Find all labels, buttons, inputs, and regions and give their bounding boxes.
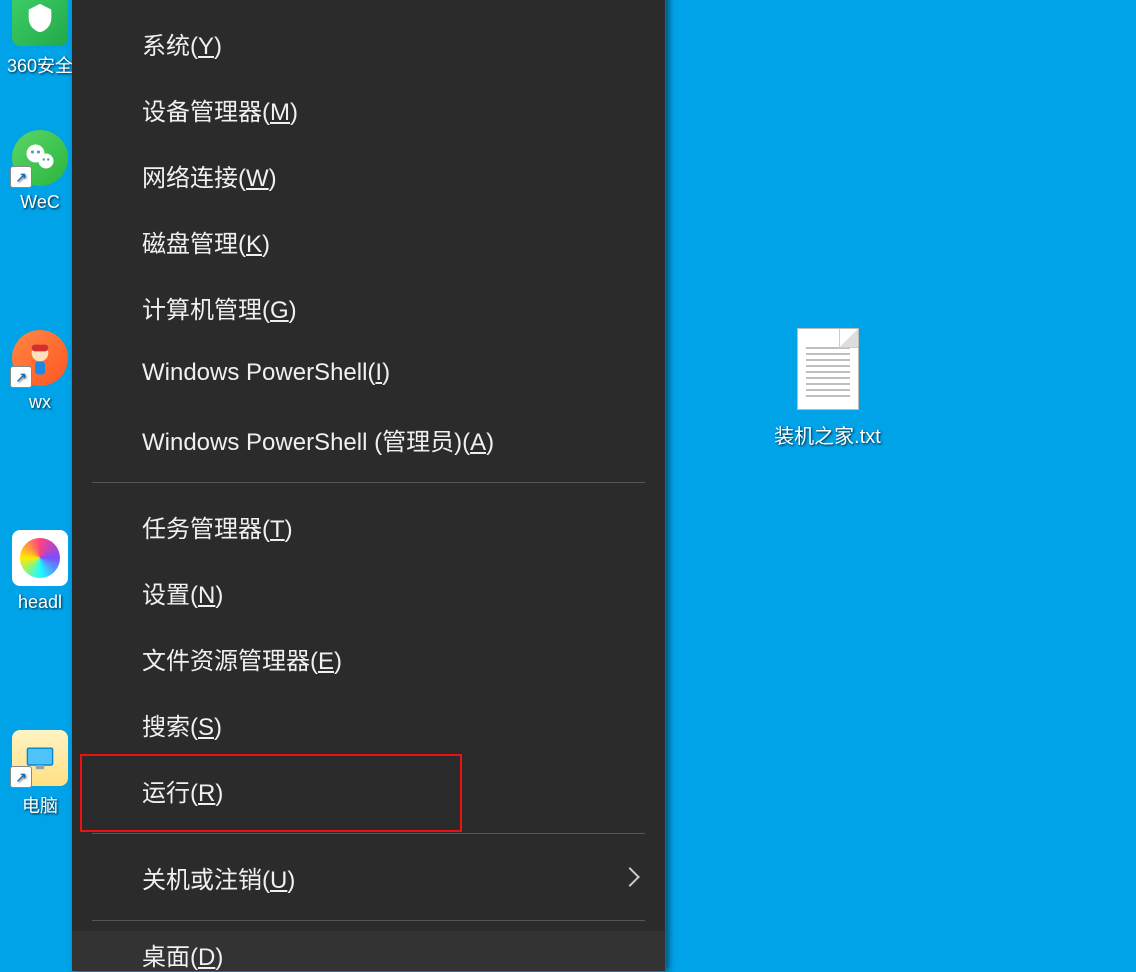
menu-mnemonic: K <box>246 231 262 258</box>
desktop-icon-label: headl <box>18 592 62 613</box>
menu-item-label: Windows PowerShell(I) <box>142 359 390 387</box>
menu-item-item[interactable]: 关机或注销(U) <box>72 844 665 910</box>
folder-icon: ↗ <box>12 730 68 786</box>
menu-item-item[interactable]: 设备管理器(M) <box>72 76 665 142</box>
menu-item-label: 任务管理器(T) <box>142 509 293 544</box>
menu-mnemonic: S <box>198 714 214 741</box>
character-icon: ↗ <box>12 330 68 386</box>
wechat-icon: ↗ <box>12 130 68 186</box>
menu-item-label: 桌面(D) <box>142 937 223 972</box>
shortcut-arrow-icon: ↗ <box>10 166 32 188</box>
menu-item-label: 计算机管理(G) <box>142 290 297 325</box>
desktop-file-txt[interactable]: 装机之家.txt <box>770 328 885 449</box>
menu-separator <box>92 920 645 921</box>
shortcut-arrow-icon: ↗ <box>10 366 32 388</box>
menu-mnemonic: G <box>270 297 289 324</box>
shield-icon <box>12 0 68 46</box>
menu-item-item[interactable]: 桌面(D) <box>72 931 665 971</box>
menu-item-label: 设备管理器(M) <box>142 92 298 127</box>
menu-mnemonic: D <box>198 944 215 971</box>
menu-mnemonic: M <box>270 99 290 126</box>
menu-separator <box>92 482 645 483</box>
menu-item-label: 文件资源管理器(E) <box>142 641 342 676</box>
menu-item-label: 磁盘管理(K) <box>142 224 270 259</box>
file-label: 装机之家.txt <box>774 420 881 449</box>
desktop-icon-label: 360安全 <box>7 52 73 78</box>
menu-separator <box>92 833 645 834</box>
menu-item-item[interactable]: 网络连接(W) <box>72 142 665 208</box>
menu-mnemonic: I <box>375 359 382 386</box>
winx-context-menu: 系统(Y) 设备管理器(M) 网络连接(W) 磁盘管理(K) 计算机管理(G) Windo… <box>72 0 666 971</box>
menu-item-label: 设置(N) <box>142 575 223 610</box>
menu-item-windows-powershell[interactable]: Windows PowerShell (管理员)(A) <box>72 406 665 472</box>
desktop-icon-label: 电脑 <box>22 792 58 818</box>
menu-item-item[interactable]: 计算机管理(G) <box>72 274 665 340</box>
shortcut-arrow-icon: ↗ <box>10 766 32 788</box>
menu-mnemonic: T <box>270 516 285 543</box>
text-file-icon <box>797 328 859 410</box>
menu-item-item[interactable]: 文件资源管理器(E) <box>72 625 665 691</box>
color-wheel-icon <box>12 530 68 586</box>
menu-item-item[interactable]: 磁盘管理(K) <box>72 208 665 274</box>
menu-item-item[interactable]: 运行(R) <box>72 757 665 823</box>
menu-item-item[interactable]: 系统(Y) <box>72 10 665 76</box>
menu-item-windows-powershell[interactable]: Windows PowerShell(I) <box>72 340 665 406</box>
menu-mnemonic: E <box>318 648 334 675</box>
menu-mnemonic: W <box>246 165 269 192</box>
menu-item-label: 系统(Y) <box>142 26 222 61</box>
menu-item-label: Windows PowerShell (管理员)(A) <box>142 422 494 457</box>
menu-item-item[interactable]: 设置(N) <box>72 559 665 625</box>
menu-item-label: 网络连接(W) <box>142 158 277 193</box>
menu-mnemonic: R <box>198 780 215 807</box>
menu-item-label: 运行(R) <box>142 773 223 808</box>
menu-mnemonic: N <box>198 582 215 609</box>
menu-mnemonic: Y <box>198 33 214 60</box>
menu-item-item[interactable]: 搜索(S) <box>72 691 665 757</box>
menu-item-item[interactable]: 任务管理器(T) <box>72 493 665 559</box>
menu-item-label: 搜索(S) <box>142 707 222 742</box>
menu-item-label: 关机或注销(U) <box>142 860 295 895</box>
menu-mnemonic: A <box>470 429 486 456</box>
desktop-icon-label: WeC <box>20 192 60 213</box>
menu-mnemonic: U <box>270 867 287 894</box>
desktop-icon-label: wx <box>29 392 51 413</box>
